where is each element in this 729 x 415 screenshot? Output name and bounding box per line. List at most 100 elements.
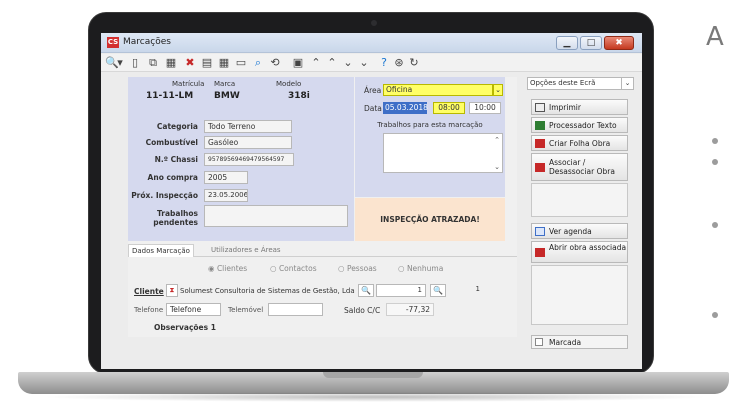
settings-icon[interactable]: ⊛ xyxy=(392,56,406,70)
saldo-label: Saldo C/C xyxy=(344,306,381,315)
trabalhos-marcacao-textarea[interactable]: ⌃ ⌄ xyxy=(383,133,503,173)
help-icon[interactable]: ? xyxy=(377,56,391,70)
abrir-obra-button[interactable]: Abrir obra associada xyxy=(531,241,628,263)
delete-icon[interactable]: ✖ xyxy=(183,56,197,70)
tab-utilizadores-areas[interactable]: Utilizadores e Áreas xyxy=(208,244,284,257)
associar-obra-button[interactable]: Associar / Desassociar Obra xyxy=(531,153,628,181)
options-dropdown-icon[interactable]: ⌄ xyxy=(621,78,633,89)
form-icon[interactable]: ▭ xyxy=(234,56,248,70)
slide-heading-fragment: A xyxy=(706,22,724,52)
stage: A CS Marcações ▁ □ ✖ 🔍 ▾ ▯ ⧉ ▦ ✖ ▤ ▦ ▭ ⌕… xyxy=(0,0,729,415)
chevron-down-icon[interactable]: ⌄ xyxy=(341,56,355,70)
grid-icon[interactable]: ▦ xyxy=(217,56,231,70)
rotate-icon[interactable]: ↻ xyxy=(407,56,421,70)
copy-doc-icon[interactable]: ⧉ xyxy=(146,56,160,70)
new-doc-icon[interactable]: ▯ xyxy=(128,56,142,70)
marca-value: BMW xyxy=(214,91,240,101)
second-search-icon[interactable]: 🔍 xyxy=(430,284,446,297)
scroll-up-icon[interactable]: ⌃ xyxy=(494,136,500,144)
data-label: Data xyxy=(364,104,382,113)
slide-bullet xyxy=(712,138,718,144)
radio-contactos-label: Contactos xyxy=(278,264,317,273)
inspecao-field[interactable]: 23.05.2006 xyxy=(204,189,248,202)
modelo-label: Modelo xyxy=(276,80,302,88)
saldo-value: -77,32 xyxy=(386,303,434,316)
print-preview-icon[interactable]: ▣ xyxy=(291,56,305,70)
entity-radio-group: ◉ Clientes ○ Contactos ○ Pessoas ○ Nenhu… xyxy=(208,264,468,276)
radio-pessoas[interactable]: ○ Pessoas xyxy=(338,264,377,273)
cliente-name: Solumest Consultoria de Sistemas de Gest… xyxy=(180,287,355,295)
laptop-base xyxy=(18,372,729,394)
webcam xyxy=(371,20,377,26)
area-select[interactable]: Oficina xyxy=(383,84,493,96)
options-select[interactable]: Opções deste Ecrã xyxy=(527,77,634,90)
radio-selected-icon: ◉ xyxy=(208,264,215,273)
time-from-field[interactable]: 08:00 xyxy=(433,102,465,114)
radio-contactos[interactable]: ○ Contactos xyxy=(270,264,317,273)
combustivel-field[interactable]: Gasóleo xyxy=(204,136,292,149)
ver-agenda-button[interactable]: Ver agenda xyxy=(531,223,628,239)
chassi-field[interactable]: 95789569469479564597 xyxy=(204,153,294,166)
chevron-last-icon[interactable]: ⌄ xyxy=(357,56,371,70)
imprimir-label: Imprimir xyxy=(549,103,581,112)
table-icon[interactable]: ▤ xyxy=(200,56,214,70)
radio-nenhuma-label: Nenhuma xyxy=(406,264,444,273)
chevron-first-icon[interactable]: ⌃ xyxy=(309,56,323,70)
criar-folha-obra-button[interactable]: Criar Folha Obra xyxy=(531,135,628,151)
inspection-warning: INSPECÇÃO ATRAZADA! xyxy=(355,198,505,241)
associar-label: Associar / Desassociar Obra xyxy=(549,158,615,176)
categoria-label: Categoria xyxy=(156,122,198,131)
calendar-icon[interactable]: ▦ xyxy=(164,56,178,70)
laptop-lid: CS Marcações ▁ □ ✖ 🔍 ▾ ▯ ⧉ ▦ ✖ ▤ ▦ ▭ ⌕ ⟲… xyxy=(88,12,654,374)
trabalhos-pendentes-field[interactable] xyxy=(204,205,348,227)
cliente-number-field[interactable]: 1 xyxy=(376,284,426,297)
laptop-notch xyxy=(323,372,423,378)
hourglass-icon[interactable]: ⧗ xyxy=(166,284,178,297)
scroll-down-icon[interactable]: ⌄ xyxy=(494,163,500,171)
refresh-icon[interactable]: ⟲ xyxy=(268,56,282,70)
marcada-checkbox[interactable]: Marcada xyxy=(531,335,628,349)
radio-nenhuma[interactable]: ○ Nenhuma xyxy=(398,264,443,273)
worksheet-icon xyxy=(535,139,545,148)
tab-dados-marcacao[interactable]: Dados Marcação xyxy=(128,244,194,257)
trabalhos-pendentes-label: Trabalhos pendentes xyxy=(153,209,198,227)
radio-pessoas-label: Pessoas xyxy=(346,264,377,273)
app-window: CS Marcações ▁ □ ✖ 🔍 ▾ ▯ ⧉ ▦ ✖ ▤ ▦ ▭ ⌕ ⟲… xyxy=(101,33,642,369)
chevron-up-icon[interactable]: ⌃ xyxy=(325,56,339,70)
marcada-label: Marcada xyxy=(549,338,582,347)
processador-texto-button[interactable]: Processador Texto xyxy=(531,117,628,133)
calendar-icon xyxy=(535,227,545,236)
categoria-field[interactable]: Todo Terreno xyxy=(204,120,292,133)
maximize-button[interactable]: □ xyxy=(580,36,602,50)
close-button[interactable]: ✖ xyxy=(604,36,634,50)
ano-field[interactable]: 2005 xyxy=(204,171,248,184)
document-icon xyxy=(535,121,545,130)
cliente-label[interactable]: Cliente xyxy=(134,287,164,296)
main-panel: Matrícula 11-11-LM Marca BMW Modelo 318i… xyxy=(128,77,517,337)
minimize-button[interactable]: ▁ xyxy=(556,36,578,50)
matricula-value: 11-11-LM xyxy=(146,91,194,101)
area-dropdown-icon[interactable]: ⌄ xyxy=(493,84,503,96)
window-title: Marcações xyxy=(123,37,171,47)
radio-clientes-label: Clientes xyxy=(216,264,248,273)
telefone-field[interactable]: Telefone xyxy=(166,303,221,316)
checkbox-icon xyxy=(535,338,543,346)
dropdown-arrow-icon[interactable]: ▾ xyxy=(116,56,124,70)
telemovel-field[interactable] xyxy=(268,303,323,316)
vehicle-header: Matrícula 11-11-LM Marca BMW Modelo 318i xyxy=(128,77,354,117)
ano-label: Ano compra xyxy=(147,173,198,182)
toolbar: 🔍 ▾ ▯ ⧉ ▦ ✖ ▤ ▦ ▭ ⌕ ⟲ ▣ ⌃ ⌃ ⌄ ⌄ ? ⊛ ↻ xyxy=(101,54,642,72)
tab-strip: Dados Marcação Utilizadores e Áreas xyxy=(128,243,517,257)
slide-bullet xyxy=(712,222,718,228)
area-label: Área xyxy=(364,86,382,95)
date-field[interactable]: 05.03.2018 xyxy=(383,102,428,114)
open-work-icon xyxy=(535,248,545,257)
cliente-search-icon[interactable]: 🔍 xyxy=(358,284,374,297)
slide-bullet xyxy=(712,312,718,318)
inspecao-label: Próx. Inspecção xyxy=(131,191,198,200)
find-icon[interactable]: ⌕ xyxy=(251,56,265,70)
imprimir-button[interactable]: Imprimir xyxy=(531,99,628,115)
time-to-field[interactable]: 10:00 xyxy=(469,102,501,114)
telemovel-label: Telemóvel xyxy=(228,306,264,314)
radio-clientes[interactable]: ◉ Clientes xyxy=(208,264,247,273)
